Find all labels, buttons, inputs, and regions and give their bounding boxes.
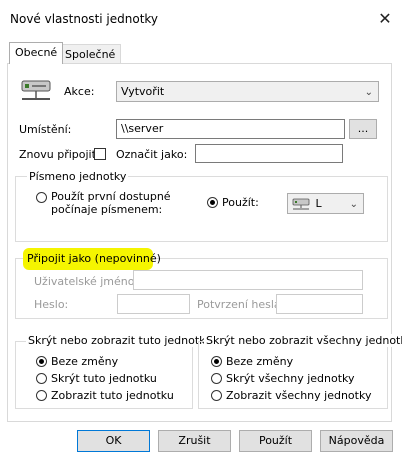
password-label: Heslo: xyxy=(34,298,69,311)
tab-general[interactable]: Obecné xyxy=(9,42,64,64)
first-available-label: Použít první dostupné počínaje písmenem: xyxy=(51,190,171,216)
drive-icon xyxy=(292,198,310,210)
confirm-password-label: Potvrzení hesla: xyxy=(197,298,285,311)
show-all-option-unchanged: Beze změny xyxy=(226,355,294,368)
password-input[interactable] xyxy=(117,294,190,314)
confirm-password-input[interactable] xyxy=(276,294,363,314)
show-all-radio-unchanged[interactable] xyxy=(211,356,222,367)
tag-input[interactable] xyxy=(195,144,343,163)
show-drive-option-hide: Skrýt tuto jednotku xyxy=(51,372,157,385)
reconnect-checkbox[interactable] xyxy=(94,148,106,160)
network-drive-icon xyxy=(19,78,53,106)
show-all-title: Skrýt nebo zobrazit všechny jednotky xyxy=(204,334,402,347)
show-all-radio-hide[interactable] xyxy=(211,373,222,384)
chevron-down-icon: ⌄ xyxy=(349,199,358,210)
show-drive-option-unchanged: Beze změny xyxy=(51,355,119,368)
show-drive-title: Skrýt nebo zobrazit tuto jednotku xyxy=(26,334,215,347)
connect-as-title: Připojit jako (nepovinné) xyxy=(27,252,161,265)
show-drive-radio-unchanged[interactable] xyxy=(36,356,47,367)
username-label: Uživatelské jméno: xyxy=(34,275,139,288)
tab-common[interactable]: Společné xyxy=(59,44,122,64)
use-letter-radio[interactable] xyxy=(207,197,218,208)
use-letter-label: Použít: xyxy=(222,196,259,209)
show-all-option-hide: Skrýt všechny jednotky xyxy=(226,372,355,385)
show-drive-radio-show[interactable] xyxy=(36,390,47,401)
first-available-radio[interactable] xyxy=(36,192,47,203)
show-drive-radio-hide[interactable] xyxy=(36,373,47,384)
action-label: Akce: xyxy=(64,85,95,98)
help-button[interactable]: Nápověda xyxy=(320,430,393,452)
letter-select-value: L xyxy=(315,197,322,210)
close-icon[interactable]: ✕ xyxy=(376,10,394,28)
drive-letter-title: Písmeno jednotky xyxy=(27,170,129,183)
ok-button[interactable]: OK xyxy=(77,430,150,452)
chevron-down-icon: ⌄ xyxy=(364,87,373,98)
cancel-button[interactable]: Zrušit xyxy=(158,430,231,452)
browse-button[interactable]: ... xyxy=(349,119,377,139)
location-label: Umístění: xyxy=(19,123,72,136)
show-all-option-show: Zobrazit všechny jednotky xyxy=(226,389,372,402)
letter-select[interactable]: L ⌄ xyxy=(287,193,364,214)
username-input[interactable] xyxy=(133,270,363,290)
show-all-radio-show[interactable] xyxy=(211,390,222,401)
reconnect-label: Znovu připojit: xyxy=(19,148,100,161)
tag-label: Označit jako: xyxy=(116,148,188,161)
window-title: Nové vlastnosti jednotky xyxy=(10,12,159,26)
apply-button[interactable]: Použít xyxy=(239,430,312,452)
action-select-value: Vytvořit xyxy=(121,85,165,98)
action-select[interactable]: Vytvořit ⌄ xyxy=(116,81,379,102)
location-input[interactable]: \\server xyxy=(116,119,345,139)
show-drive-option-show: Zobrazit tuto jednotku xyxy=(51,389,174,402)
